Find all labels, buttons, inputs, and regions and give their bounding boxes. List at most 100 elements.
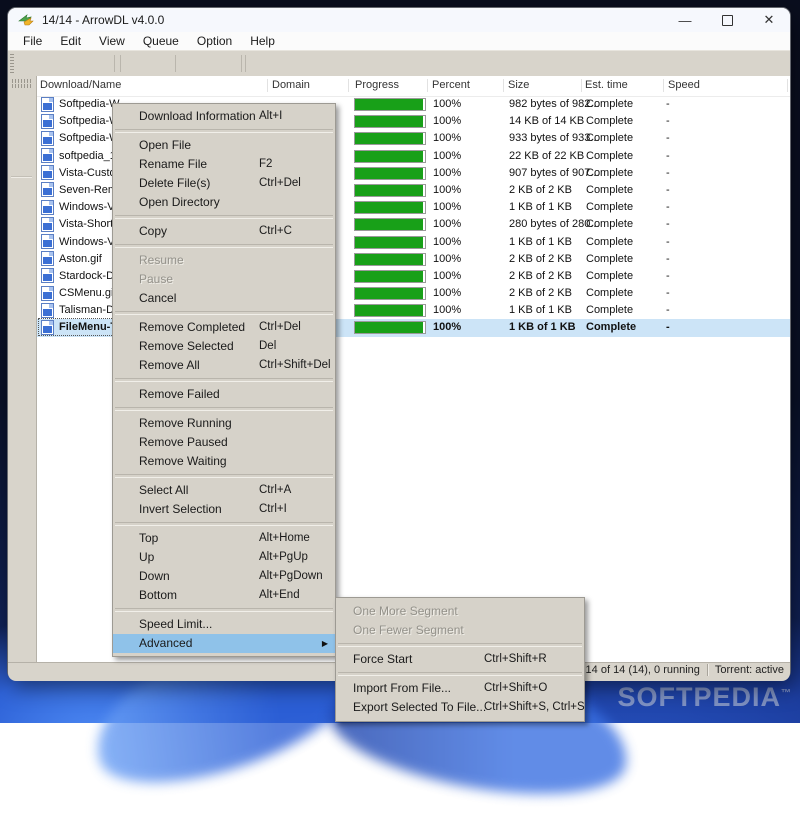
size-value: 2 KB of 2 KB [509, 287, 572, 299]
est-time-value: Complete [586, 304, 633, 316]
menu-bar: File Edit View Queue Option Help [8, 32, 790, 50]
menu-item-open-directory[interactable]: Open Directory [113, 193, 335, 212]
column-est-time[interactable]: Est. time [585, 79, 628, 91]
percent-value: 100% [433, 218, 461, 230]
menu-item-up[interactable]: UpAlt+PgUp [113, 548, 335, 567]
menu-item-invert-selection[interactable]: Invert SelectionCtrl+I [113, 500, 335, 519]
minimize-button[interactable]: — [664, 8, 706, 32]
progress-fill [355, 254, 425, 265]
progress-bar [354, 150, 426, 163]
size-value: 22 KB of 22 KB [509, 150, 584, 162]
speed-value: - [666, 236, 670, 248]
est-time-value: Complete [586, 253, 633, 265]
menu-item-delete-files[interactable]: Delete File(s)Ctrl+Del [113, 174, 335, 193]
progress-fill [355, 322, 425, 333]
menu-edit[interactable]: Edit [51, 32, 90, 50]
title-bar[interactable]: 14/14 - ArrowDL v4.0.0 — ✕ [8, 8, 790, 32]
speed-value: - [666, 270, 670, 282]
menu-item-remove-completed[interactable]: Remove CompletedCtrl+Del [113, 318, 335, 337]
est-time-value: Complete [586, 236, 633, 248]
submenu-item-import-from-file[interactable]: Import From File...Ctrl+Shift+O [336, 679, 584, 698]
progress-fill [355, 305, 425, 316]
column-domain[interactable]: Domain [272, 79, 310, 91]
est-time-value: Complete [586, 287, 633, 299]
column-progress[interactable]: Progress [355, 79, 399, 91]
file-icon [41, 217, 54, 232]
progress-fill [355, 219, 425, 230]
progress-fill [355, 185, 425, 196]
file-icon [41, 165, 54, 180]
progress-bar [354, 321, 426, 334]
menu-item-remove-failed[interactable]: Remove Failed [113, 385, 335, 404]
file-icon [41, 303, 54, 318]
submenu-arrow-icon: ▶ [322, 634, 328, 653]
file-icon [41, 320, 54, 335]
percent-value: 100% [433, 321, 461, 333]
size-value: 2 KB of 2 KB [509, 270, 572, 282]
column-speed[interactable]: Speed [668, 79, 700, 91]
menu-item-cancel[interactable]: Cancel [113, 289, 335, 308]
submenu-item-export-selected-to-file[interactable]: Export Selected To File...Ctrl+Shift+S, … [336, 698, 584, 717]
side-toolbar [8, 76, 37, 662]
file-name: Softpedia-W [59, 132, 120, 144]
menu-item-remove-paused[interactable]: Remove Paused [113, 433, 335, 452]
menu-option[interactable]: Option [188, 32, 241, 50]
column-download-name[interactable]: Download/Name [40, 79, 121, 91]
menu-item-open-file[interactable]: Open File [113, 136, 335, 155]
progress-bar [354, 98, 426, 111]
column-percent[interactable]: Percent [432, 79, 470, 91]
menu-item-remove-selected[interactable]: Remove SelectedDel [113, 337, 335, 356]
file-name: Softpedia-W [59, 98, 120, 110]
menu-item-remove-running[interactable]: Remove Running [113, 414, 335, 433]
progress-bar [354, 132, 426, 145]
progress-fill [355, 151, 425, 162]
menu-item-select-all[interactable]: Select AllCtrl+A [113, 481, 335, 500]
status-torrent: Torrent: active [715, 664, 784, 676]
est-time-value: Complete [586, 218, 633, 230]
status-counts: 14 of 14 (14), 0 running [586, 664, 700, 676]
menu-item-remove-waiting[interactable]: Remove Waiting [113, 452, 335, 471]
menu-separator [115, 407, 333, 411]
menu-item-copy[interactable]: CopyCtrl+C [113, 222, 335, 241]
progress-fill [355, 237, 425, 248]
menu-item-top[interactable]: TopAlt+Home [113, 529, 335, 548]
submenu-item-one-fewer-segment: One Fewer Segment [336, 621, 584, 640]
est-time-value: Complete [586, 184, 633, 196]
side-toolbar-separator [11, 176, 32, 177]
speed-value: - [666, 201, 670, 213]
column-size[interactable]: Size [508, 79, 529, 91]
progress-fill [355, 271, 425, 282]
percent-value: 100% [433, 98, 461, 110]
progress-bar [354, 253, 426, 266]
menu-item-pause: Pause [113, 270, 335, 289]
close-button[interactable]: ✕ [748, 8, 790, 32]
menu-item-down[interactable]: DownAlt+PgDown [113, 567, 335, 586]
side-toolbar-grip[interactable] [12, 79, 31, 83]
percent-value: 100% [433, 304, 461, 316]
menu-item-rename-file[interactable]: Rename FileF2 [113, 155, 335, 174]
menu-view[interactable]: View [90, 32, 134, 50]
menu-item-bottom[interactable]: BottomAlt+End [113, 586, 335, 605]
toolbar-grip[interactable] [10, 54, 14, 73]
speed-value: - [666, 321, 670, 333]
speed-value: - [666, 150, 670, 162]
maximize-button[interactable] [706, 8, 748, 32]
menu-help[interactable]: Help [241, 32, 284, 50]
menu-file[interactable]: File [14, 32, 51, 50]
file-icon [41, 200, 54, 215]
menu-item-download-information[interactable]: Download InformationAlt+I [113, 107, 335, 126]
submenu-item-force-start[interactable]: Force StartCtrl+Shift+R [336, 650, 584, 669]
size-value: 1 KB of 1 KB [509, 236, 572, 248]
size-value: 2 KB of 2 KB [509, 253, 572, 265]
menu-item-advanced[interactable]: Advanced▶ [113, 634, 335, 653]
speed-value: - [666, 304, 670, 316]
toolbar [8, 50, 790, 76]
progress-bar [354, 218, 426, 231]
menu-item-speed-limit[interactable]: Speed Limit... [113, 615, 335, 634]
est-time-value: Complete [586, 321, 636, 333]
menu-separator [115, 378, 333, 382]
menu-separator [115, 129, 333, 133]
menu-item-remove-all[interactable]: Remove AllCtrl+Shift+Del [113, 356, 335, 375]
menu-queue[interactable]: Queue [134, 32, 188, 50]
est-time-value: Complete [586, 270, 633, 282]
